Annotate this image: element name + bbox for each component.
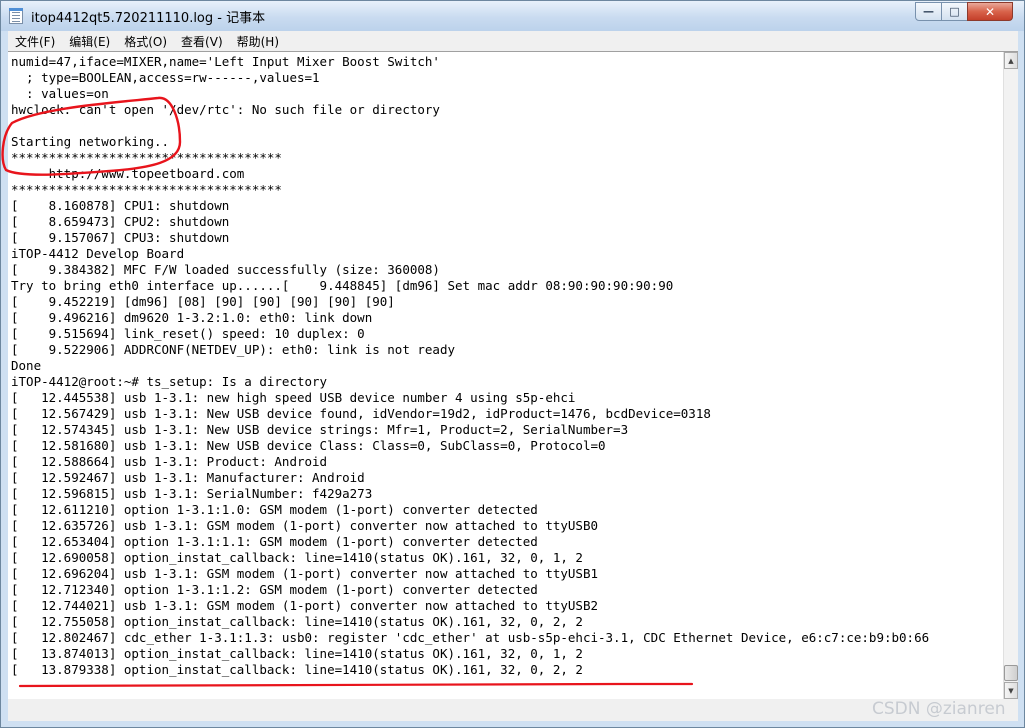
log-line: [ 9.157067] CPU3: shutdown [11,230,230,245]
log-line: [ 12.744021] usb 1-3.1: GSM modem (1-por… [11,598,598,613]
log-line: [ 12.574345] usb 1-3.1: New USB device s… [11,422,629,437]
log-line: iTOP-4412@root:~# ts_setup: Is a directo… [11,374,328,389]
log-line: [ 12.690058] option_instat_callback: lin… [11,550,583,565]
notepad-icon[interactable] [9,8,23,24]
text-editor[interactable]: numid=47,iface=MIXER,name='Left Input Mi… [8,51,1018,699]
log-line: [ 12.567429] usb 1-3.1: New USB device f… [11,406,711,421]
log-text[interactable]: numid=47,iface=MIXER,name='Left Input Mi… [11,54,994,698]
log-line: [ 9.452219] [dm96] [08] [90] [90] [90] [… [11,294,395,309]
log-line: [ 8.659473] CPU2: shutdown [11,214,230,229]
title-bar[interactable]: itop4412qt5.720211110.log - 记事本 — □ ✕ [1,1,1024,31]
window-title: itop4412qt5.720211110.log - 记事本 [31,11,266,26]
log-line: ************************************ [11,150,282,165]
menu-format[interactable]: 格式(O) [117,33,174,50]
minimize-button[interactable]: — [915,2,942,21]
log-line: ; type=BOOLEAN,access=rw------,values=1 [11,70,320,85]
vertical-scrollbar[interactable]: ▲ ▼ [1003,52,1018,699]
log-line: Try to bring eth0 interface up......[ 9.… [11,278,674,293]
log-line: [ 12.712340] option 1-3.1:1.2: GSM modem… [11,582,538,597]
scroll-down-button[interactable]: ▼ [1004,682,1018,699]
log-line: numid=47,iface=MIXER,name='Left Input Mi… [11,54,440,69]
menu-help[interactable]: 帮助(H) [230,33,286,50]
log-line: [ 12.611210] option 1-3.1:1.0: GSM modem… [11,502,538,517]
notepad-window: itop4412qt5.720211110.log - 记事本 — □ ✕ 文件… [0,0,1025,728]
log-line: [ 12.445538] usb 1-3.1: new high speed U… [11,390,576,405]
scroll-up-button[interactable]: ▲ [1004,52,1018,69]
log-line: ************************************ [11,182,282,197]
log-line: : values=on [11,86,109,101]
log-line: [ 12.696204] usb 1-3.1: GSM modem (1-por… [11,566,598,581]
log-line: [ 12.596815] usb 1-3.1: SerialNumber: f4… [11,486,373,501]
log-line: [ 9.522906] ADDRCONF(NETDEV_UP): eth0: l… [11,342,456,357]
log-line: Done [11,358,42,373]
log-line: [ 13.874013] option_instat_callback: lin… [11,646,583,661]
log-line: [ 13.879338] option_instat_callback: lin… [11,662,583,677]
log-line: [ 12.635726] usb 1-3.1: GSM modem (1-por… [11,518,598,533]
menu-file[interactable]: 文件(F) [8,33,62,50]
log-line: iTOP-4412 Develop Board [11,246,185,261]
log-line: [ 12.581680] usb 1-3.1: New USB device C… [11,438,606,453]
log-line: [ 12.653404] option 1-3.1:1.1: GSM modem… [11,534,538,549]
menu-edit[interactable]: 编辑(E) [62,33,117,50]
log-line: [ 12.802467] cdc_ether 1-3.1:1.3: usb0: … [11,630,930,645]
log-line: hwclock: can't open '/dev/rtc': No such … [11,102,440,117]
csdn-watermark: CSDN @zianren [872,699,1006,719]
log-line: [ 12.588664] usb 1-3.1: Product: Android [11,454,328,469]
log-line: [ 9.515694] link_reset() speed: 10 duple… [11,326,365,341]
log-line: Starting networking.. [11,134,170,149]
status-strip [8,699,1018,721]
close-button[interactable]: ✕ [967,2,1013,21]
log-line: [ 8.160878] CPU1: shutdown [11,198,230,213]
menu-bar: 文件(F) 编辑(E) 格式(O) 查看(V) 帮助(H) [8,31,1018,51]
log-line: http://www.topeetboard.com [11,166,245,181]
maximize-button[interactable]: □ [941,2,968,21]
scroll-thumb[interactable] [1004,665,1018,681]
menu-view[interactable]: 查看(V) [174,33,230,50]
log-line: [ 9.384382] MFC F/W loaded successfully … [11,262,440,277]
log-line: [ 9.496216] dm9620 1-3.2:1.0: eth0: link… [11,310,373,325]
log-line: [ 12.755058] option_instat_callback: lin… [11,614,583,629]
log-line: [ 12.592467] usb 1-3.1: Manufacturer: An… [11,470,365,485]
